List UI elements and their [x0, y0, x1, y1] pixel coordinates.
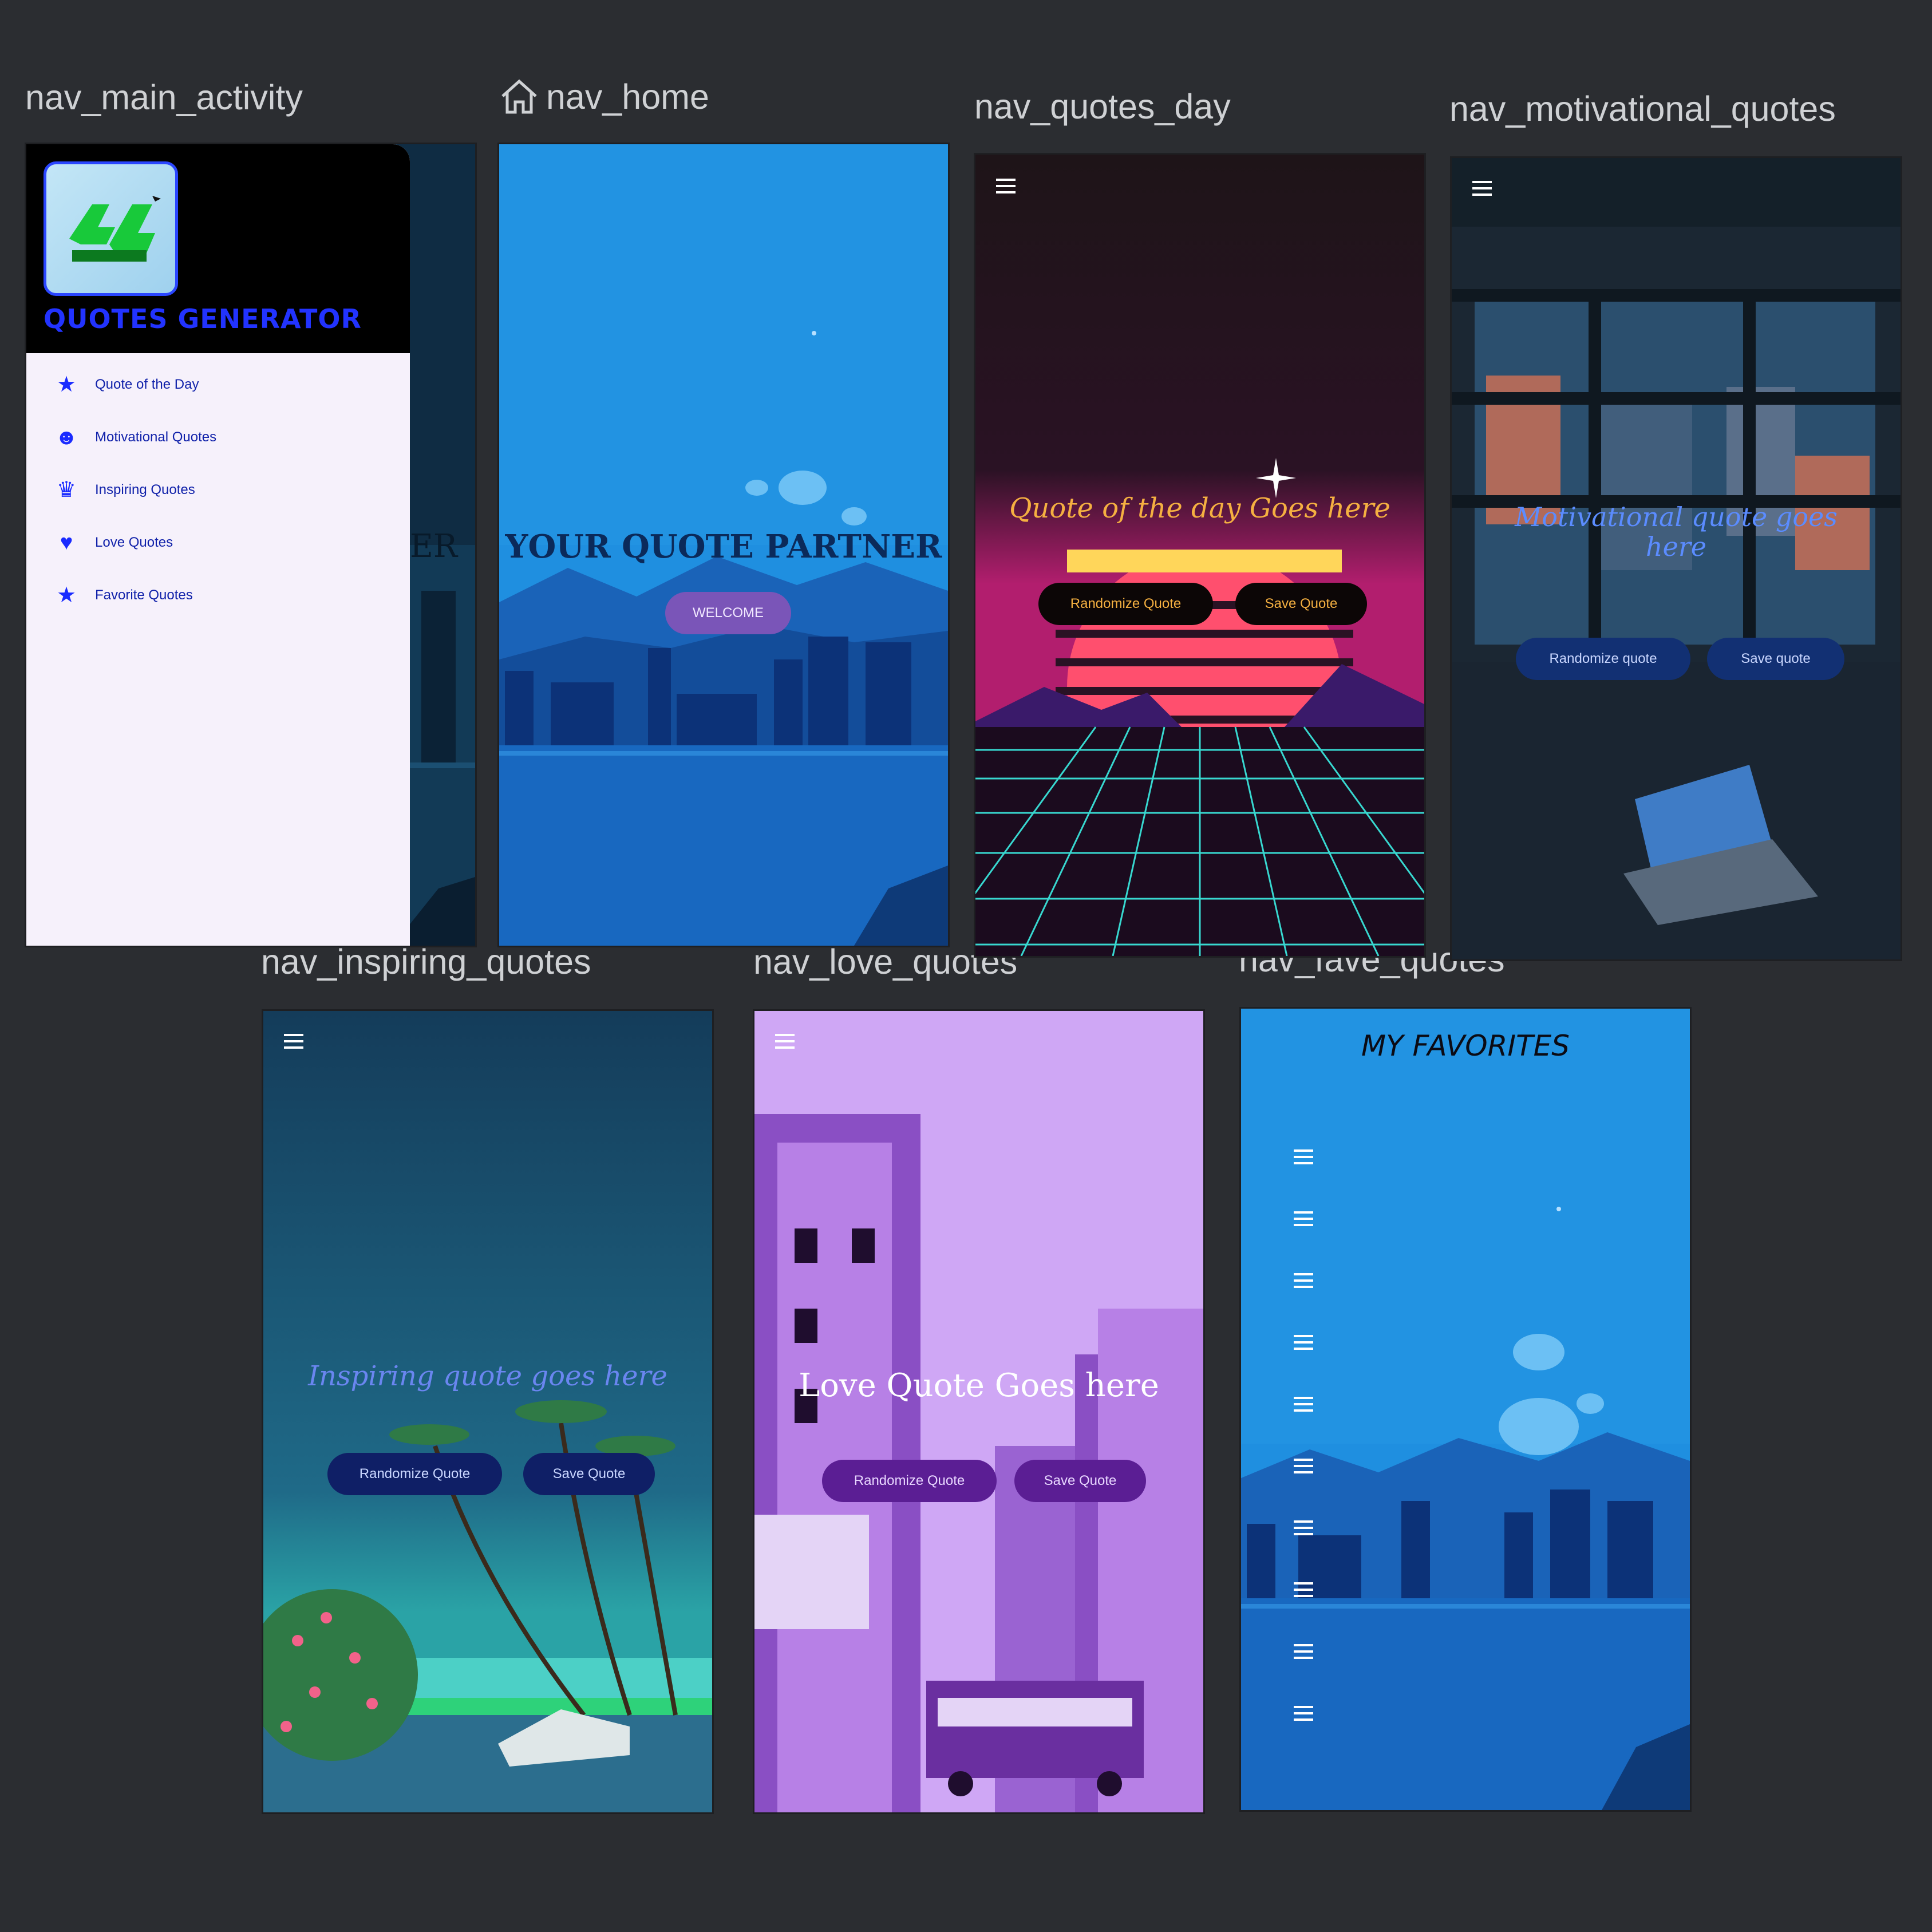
list-item-icon[interactable]: [1294, 1706, 1313, 1721]
love-screen: Love Quote Goes here Randomize Quote Sav…: [754, 1011, 1203, 1812]
drawer-item-quote-of-the-day[interactable]: ★ Quote of the Day: [55, 373, 199, 396]
drawer-item-label: Inspiring Quotes: [95, 482, 195, 497]
motivational-quote-line1: Motivational quote goes: [1515, 501, 1838, 532]
list-item-icon[interactable]: [1294, 1211, 1313, 1226]
randomize-quote-button[interactable]: Randomize Quote: [327, 1453, 502, 1495]
list-item-icon[interactable]: [1294, 1644, 1313, 1659]
list-item-icon[interactable]: [1294, 1520, 1313, 1535]
menu-icon[interactable]: [775, 1034, 795, 1049]
star-icon: ★: [56, 583, 77, 607]
list-item-icon[interactable]: [1294, 1273, 1313, 1288]
purple-city-street-background-image: [754, 1011, 1203, 1812]
menu-icon[interactable]: [1472, 181, 1492, 196]
home-title: YOUR QUOTE PARTNER: [505, 528, 942, 566]
drawer-item-favorite-quotes[interactable]: ★ Favorite Quotes: [55, 584, 193, 607]
motivational-quote-line2: here: [1645, 531, 1707, 562]
list-item-icon[interactable]: [1294, 1397, 1313, 1412]
home-icon: [501, 79, 537, 114]
love-quote-text: Love Quote Goes here: [799, 1367, 1159, 1404]
background-title-text: ER: [410, 528, 458, 565]
drawer-item-label: Quote of the Day: [95, 377, 199, 392]
welcome-button[interactable]: WELCOME: [665, 592, 791, 634]
quote-of-day-text: Quote of the day Goes here: [1009, 492, 1390, 524]
drawer-item-motivational-quotes[interactable]: ☻ Motivational Quotes: [55, 426, 216, 449]
navigation-drawer: QUOTES GENERATOR ★ Quote of the Day ☻ Mo…: [26, 144, 410, 946]
screen-label-inspiring: nav_inspiring_quotes: [261, 942, 591, 981]
save-quote-button[interactable]: Save quote: [1707, 638, 1844, 680]
favorites-screen: MY FAVORITES: [1241, 1009, 1690, 1810]
screen-label-main-activity: nav_main_activity: [25, 78, 303, 117]
inspiring-screen: Inspiring quote goes here Randomize Quot…: [263, 1011, 712, 1812]
main-activity-screen: ER QUOTES GENERATOR ★ Quote of the Day ☻…: [26, 144, 475, 946]
palm-beach-background-image: [263, 1011, 712, 1812]
list-item-icon[interactable]: [1294, 1459, 1313, 1473]
save-quote-button[interactable]: Save Quote: [523, 1453, 655, 1495]
randomize-quote-button[interactable]: Randomize Quote: [822, 1460, 997, 1502]
menu-icon[interactable]: [996, 179, 1016, 193]
screen-label-home: nav_home: [546, 77, 709, 116]
randomize-quote-button[interactable]: Randomize quote: [1516, 638, 1690, 680]
list-item-icon[interactable]: [1294, 1335, 1313, 1350]
screen-label-home-wrap: nav_home: [499, 78, 709, 116]
randomize-quote-button[interactable]: Randomize Quote: [1038, 583, 1213, 625]
drawer-item-label: Love Quotes: [95, 535, 173, 550]
app-title: QUOTES GENERATOR: [44, 303, 362, 334]
drawer-item-label: Favorite Quotes: [95, 587, 193, 603]
save-quote-button[interactable]: Save Quote: [1014, 1460, 1146, 1502]
logo-graphic: [69, 196, 161, 262]
drawer-item-label: Motivational Quotes: [95, 429, 217, 445]
synthwave-background-image: [975, 155, 1424, 956]
drawer-header: QUOTES GENERATOR: [26, 144, 410, 353]
home-screen: YOUR QUOTE PARTNER WELCOME: [499, 144, 948, 946]
screen-label-quotes-day: nav_quotes_day: [974, 87, 1231, 126]
menu-icon[interactable]: [284, 1034, 303, 1049]
motivational-screen: Motivational quote goes here Randomize q…: [1452, 158, 1901, 959]
quotes-day-screen: Quote of the day Goes here Randomize Quo…: [975, 155, 1424, 956]
heart-person-icon: ♛: [56, 478, 77, 502]
inspiring-quote-text: Inspiring quote goes here: [308, 1360, 667, 1392]
drawer-item-love-quotes[interactable]: ♥ Love Quotes: [55, 531, 173, 554]
app-logo-icon: [44, 161, 178, 296]
star-icon: ★: [56, 373, 77, 397]
person-icon: ☻: [55, 425, 78, 449]
list-item-icon[interactable]: [1294, 1149, 1313, 1164]
list-item-icon[interactable]: [1294, 1582, 1313, 1597]
heart-icon: ♥: [60, 531, 73, 555]
screen-label-motivational: nav_motivational_quotes: [1449, 89, 1836, 128]
favorites-title: MY FAVORITES: [1361, 1029, 1570, 1062]
drawer-item-inspiring-quotes[interactable]: ♛ Inspiring Quotes: [55, 479, 195, 501]
save-quote-button[interactable]: Save Quote: [1235, 583, 1367, 625]
